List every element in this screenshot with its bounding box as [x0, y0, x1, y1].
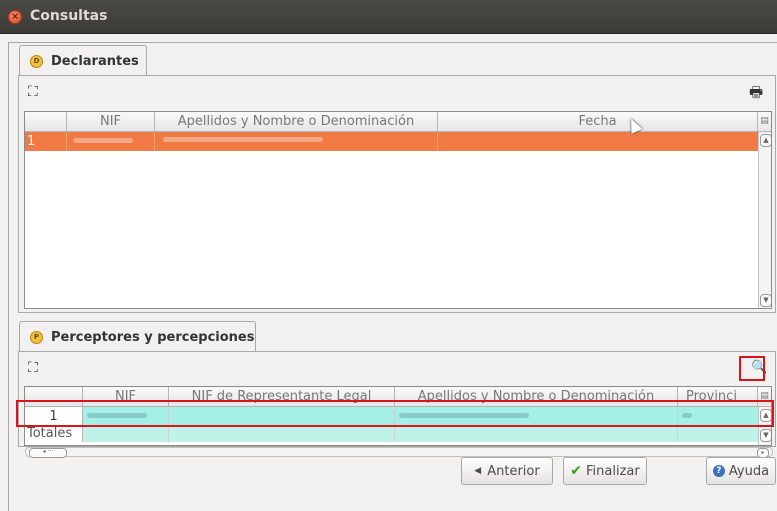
tab-declarantes-label: Declarantes [51, 54, 139, 69]
declarantes-table: NIF Apellidos y Nombre o Denominación Fe… [24, 111, 772, 309]
column-header-nif[interactable]: NIF [83, 387, 169, 407]
perceptores-panel: ⛶ 🔍 NIF NIF de Representante Legal Apell… [18, 351, 776, 447]
nif-representante-cell [169, 407, 395, 425]
totals-row: Totales [25, 425, 758, 442]
finalizar-button-label: Finalizar [586, 463, 640, 479]
nif-cell-redacted [67, 132, 155, 151]
column-header-nif[interactable]: NIF [67, 112, 155, 132]
tree-view-icon[interactable]: ⛶ [28, 360, 38, 376]
vertical-scrollbar[interactable]: ▲ ▼ [758, 132, 771, 308]
fecha-cell [438, 132, 758, 151]
column-header-rownum[interactable] [25, 112, 67, 132]
row-number: 1 [25, 132, 67, 151]
scroll-up-icon[interactable]: ▲ [760, 134, 771, 147]
column-header-fecha[interactable]: Fecha [438, 112, 758, 132]
apellidos-cell-redacted [155, 132, 438, 151]
ayuda-button-label: Ayuda [728, 463, 770, 479]
check-icon: ✔ [570, 463, 582, 479]
nif-cell-redacted [83, 407, 169, 425]
column-picker-icon[interactable]: ▤ [758, 387, 771, 407]
totals-nif-cell [83, 425, 169, 442]
row-number: 1 [25, 407, 83, 425]
totals-apellidos-cell [395, 425, 678, 442]
scroll-up-icon[interactable]: ▲ [760, 409, 771, 422]
provincia-cell-redacted [678, 407, 758, 425]
search-icon[interactable]: 🔍 [751, 360, 767, 375]
table-row[interactable]: 1 [25, 407, 758, 425]
tree-view-icon[interactable]: ⛶ [28, 84, 38, 100]
column-header-provincia[interactable]: Provinci [678, 387, 758, 407]
arrow-left-icon: ◀ [474, 466, 482, 476]
anterior-button[interactable]: ◀ Anterior [461, 457, 553, 485]
column-header-apellidos[interactable]: Apellidos y Nombre o Denominación [395, 387, 678, 407]
ayuda-button[interactable]: ? Ayuda [706, 457, 776, 485]
vertical-scrollbar[interactable]: ▲ ▼ [758, 407, 771, 445]
apellidos-cell-redacted [395, 407, 678, 425]
perceptores-tab-icon: P [30, 331, 43, 344]
title-bar: × Consultas [0, 0, 777, 34]
tab-declarantes[interactable]: D Declarantes [19, 45, 147, 77]
column-header-rownum[interactable] [25, 387, 83, 407]
totals-provincia-cell [678, 425, 758, 442]
window-content: D Declarantes ⛶ 🖶 NIF Apellidos y Nombre… [8, 42, 777, 511]
column-picker-icon[interactable]: ▤ [758, 112, 771, 132]
declarantes-panel: ⛶ 🖶 NIF Apellidos y Nombre o Denominació… [18, 75, 776, 313]
declarantes-tab-icon: D [30, 55, 43, 68]
horizontal-scroll-thumb[interactable]: ◂ ··· [29, 448, 67, 458]
finalizar-button[interactable]: ✔ Finalizar [563, 457, 647, 485]
table-row[interactable]: 1 [25, 132, 758, 151]
window-title: Consultas [30, 8, 108, 24]
totals-nif-representante-cell [169, 425, 395, 442]
horizontal-scrollbar[interactable]: ◂ ··· ▸ [25, 447, 773, 458]
column-header-nif-representante[interactable]: NIF de Representante Legal [169, 387, 395, 407]
tab-perceptores-label: Perceptores y percepciones [51, 330, 255, 345]
scroll-down-icon[interactable]: ▼ [760, 429, 771, 442]
scroll-down-icon[interactable]: ▼ [760, 294, 771, 307]
print-icon[interactable]: 🖶 [749, 82, 763, 107]
perceptores-table: NIF NIF de Representante Legal Apellidos… [24, 386, 772, 446]
anterior-button-label: Anterior [487, 463, 540, 479]
tab-perceptores[interactable]: P Perceptores y percepciones [19, 321, 256, 353]
totals-label: Totales [25, 425, 83, 442]
help-icon: ? [712, 465, 725, 477]
close-icon[interactable]: × [8, 10, 22, 24]
column-header-apellidos[interactable]: Apellidos y Nombre o Denominación [155, 112, 438, 132]
